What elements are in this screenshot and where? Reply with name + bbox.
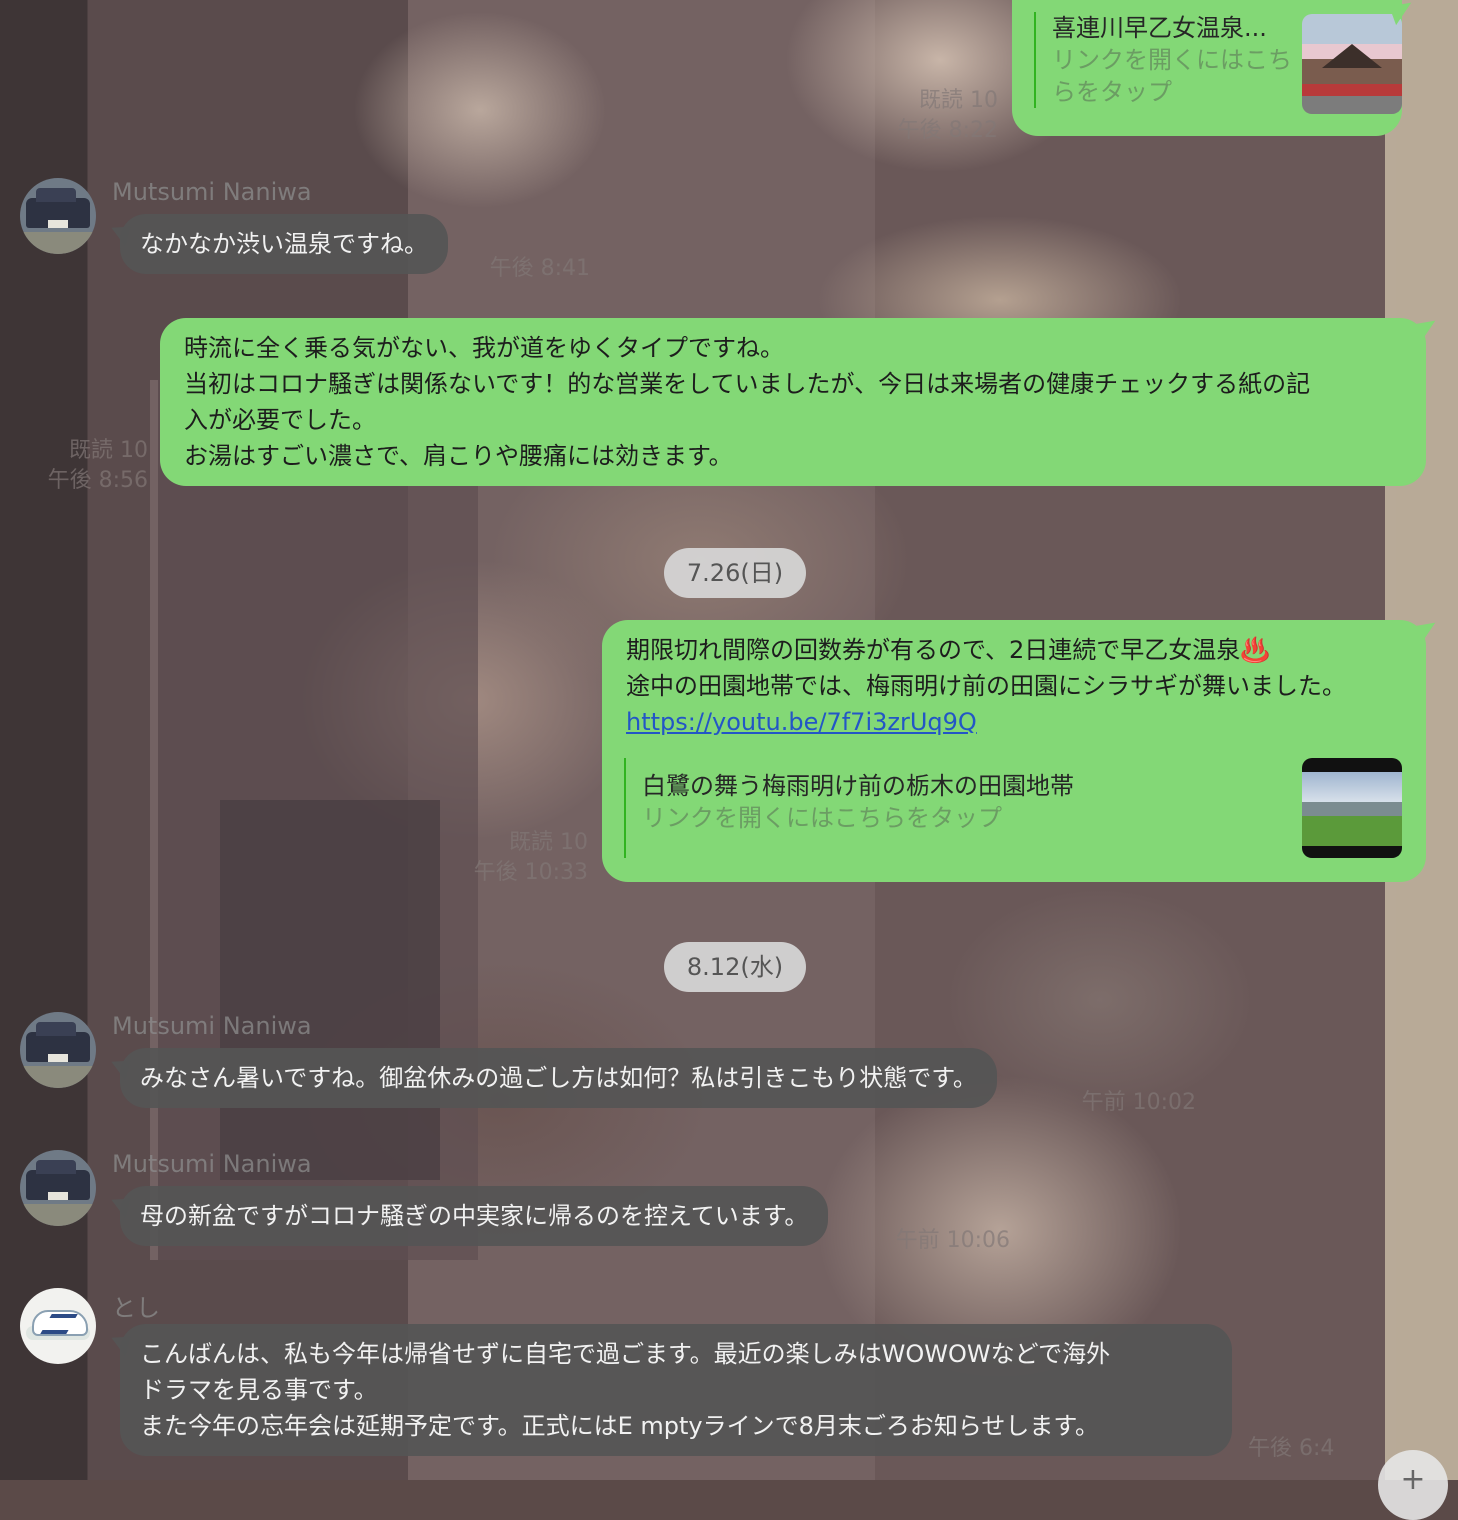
message-line: 入が必要でした。 <box>184 406 376 434</box>
message-line: 当初はコロナ騒ぎは関係ないです！的な営業をしていましたが、今日は来場者の健康チェ… <box>184 370 1311 398</box>
read-receipt: 既読 10 <box>69 438 148 463</box>
incoming-message[interactable]: みなさん暑いですね。御盆休みの過ごし方は如何？私は引きこもり状態です。 <box>120 1048 997 1108</box>
message-line: お湯はすごい濃さで、肩こりや腰痛には効きます。 <box>184 442 733 470</box>
video-thumbnail-image <box>1302 758 1402 858</box>
incoming-message[interactable]: 母の新盆ですがコロナ騒ぎの中実家に帰るのを控えています。 <box>120 1186 829 1246</box>
link-preview-subtitle: リンクを開くにはこちらをタップ <box>642 804 1002 832</box>
message-line: ドラマを見る事です。 <box>140 1376 378 1404</box>
link-preview-title: 喜連川早乙女温泉... <box>1052 14 1267 42</box>
scroll-down-icon[interactable]: + <box>1378 1450 1448 1520</box>
car-avatar[interactable] <box>20 178 96 254</box>
timestamp: 午後 8:56 <box>47 468 148 493</box>
link-preview-subtitle: リンクを開くにはこちらをタップ <box>1052 46 1292 106</box>
timestamp: 午後 8:41 <box>489 256 590 281</box>
car-avatar[interactable] <box>20 1012 96 1088</box>
sneaker-avatar[interactable] <box>20 1288 96 1364</box>
link-preview[interactable]: 喜連川早乙女温泉... リンクを開くにはこちらをタップ <box>1034 12 1292 108</box>
message-line: 途中の田園地帯では、梅雨明け前の田園にシラサギが舞いました。 <box>626 672 1346 700</box>
timestamp: 午後 6:4 <box>1248 1436 1335 1461</box>
outgoing-link-message[interactable]: 期限切れ間際の回数券が有るので、2日連続で早乙女温泉♨️ 途中の田園地帯では、梅… <box>602 620 1426 882</box>
sender-name: とし <box>112 1294 160 1322</box>
date-separator: 8.12(水) <box>664 942 806 992</box>
link-preview[interactable]: 白鷺の舞う梅雨明け前の栃木の田園地帯 リンクを開くにはこちらをタップ <box>624 758 1262 858</box>
timestamp: 午後 8:22 <box>897 118 998 143</box>
read-receipt: 既読 10 <box>919 88 998 113</box>
message-line: こんばんは、私も今年は帰省せずに自宅で過ごます。最近の楽しみはWOWOWなどで海… <box>140 1340 1111 1368</box>
outgoing-link-message[interactable]: 喜連川早乙女温泉... リンクを開くにはこちらをタップ <box>1012 0 1402 136</box>
timestamp: 午後 10:33 <box>473 860 588 885</box>
message-line: また今年の忘年会は延期予定です。正式にはE mptyラインで8月末ごろお知らせし… <box>140 1412 1100 1440</box>
message-line: 期限切れ間際の回数券が有るので、2日連続で早乙女温泉♨️ <box>626 636 1271 664</box>
timestamp: 午前 10:06 <box>895 1228 1010 1253</box>
message-meta: 既読 10 午後 10:33 <box>470 828 588 888</box>
outgoing-message[interactable]: 時流に全く乗る気がない、我が道をゆくタイプですね。 当初はコロナ騒ぎは関係ないで… <box>160 318 1426 486</box>
message-meta: 既読 10 午後 8:22 <box>880 86 998 146</box>
car-avatar[interactable] <box>20 1150 96 1226</box>
sender-name: Mutsumi Naniwa <box>112 1150 312 1178</box>
timestamp: 午前 10:02 <box>1081 1090 1196 1115</box>
incoming-message[interactable]: なかなか渋い温泉ですね。 <box>120 214 448 274</box>
message-meta: 既読 10 午後 8:56 <box>30 436 148 496</box>
incoming-message[interactable]: こんばんは、私も今年は帰省せずに自宅で過ごます。最近の楽しみはWOWOWなどで海… <box>120 1324 1232 1456</box>
message-line: 時流に全く乗る気がない、我が道をゆくタイプですね。 <box>184 334 784 362</box>
link-preview-title: 白鷺の舞う梅雨明け前の栃木の田園地帯 <box>642 772 1074 800</box>
date-separator: 7.26(日) <box>664 548 806 598</box>
sender-name: Mutsumi Naniwa <box>112 178 312 206</box>
read-receipt: 既読 10 <box>509 830 588 855</box>
youtube-link[interactable]: https://youtu.be/7f7i3zrUq9Q <box>626 704 1402 740</box>
sender-name: Mutsumi Naniwa <box>112 1012 312 1040</box>
onsen-thumbnail-image <box>1302 14 1402 114</box>
